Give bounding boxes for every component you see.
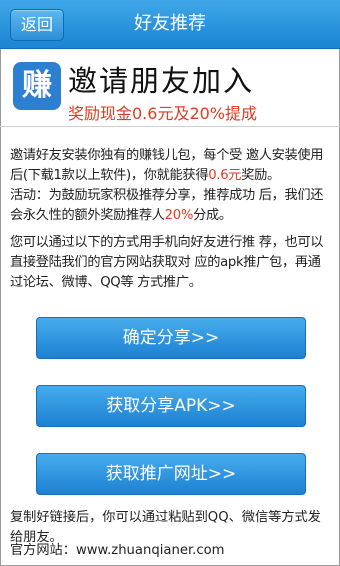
get-link-button[interactable]: 获取推广网址>> <box>36 453 306 495</box>
footer-site: 官方网站：www.zhuanqianer.com <box>10 541 332 561</box>
get-apk-button[interactable]: 获取分享APK>> <box>36 385 306 427</box>
reward-amount: 0.6元 <box>208 168 242 183</box>
intro-paragraph-2: 您可以通过以下的方式用手机向好友进行推 荐，也可以直接登陆我们的官方网站获取对 … <box>10 235 324 290</box>
intro-paragraph-1: 邀请好友安装你独有的赚钱儿包，每个受 邀人安装使用后(下载1款以上软件)，你就能… <box>10 146 332 226</box>
top-bar: 返回 好友推荐 <box>0 0 340 49</box>
site-url[interactable]: www.zhuanqianer.com <box>76 543 225 558</box>
commission-percent: 20% <box>164 208 194 223</box>
site-label: 官方网站： <box>10 543 76 558</box>
invite-headline: 邀请朋友加入 <box>68 64 255 98</box>
page-title: 好友推荐 <box>134 13 206 34</box>
confirm-share-button[interactable]: 确定分享>> <box>36 317 306 359</box>
intro-text-end: 奖励。 <box>241 168 280 183</box>
divider <box>0 126 340 127</box>
reward-text: 奖励现金0.6元及20%提成 <box>68 104 258 123</box>
app-logo-icon: 赚 <box>13 62 61 110</box>
activity-text-end: 分成。 <box>193 208 232 223</box>
